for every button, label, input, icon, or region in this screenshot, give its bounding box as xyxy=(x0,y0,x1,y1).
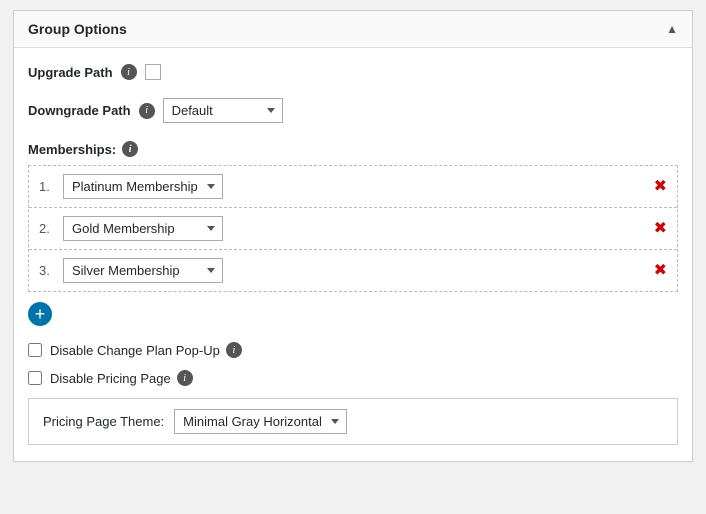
remove-membership-2[interactable]: ✖ xyxy=(654,221,667,237)
remove-membership-3[interactable]: ✖ xyxy=(654,263,667,279)
membership-num-2: 2. xyxy=(39,221,55,236)
add-membership-button[interactable]: + xyxy=(28,302,52,326)
membership-num-1: 1. xyxy=(39,179,55,194)
disable-pricing-page-row: Disable Pricing Page i xyxy=(28,370,678,386)
membership-select-3[interactable]: Platinum Membership Gold Membership Silv… xyxy=(63,258,223,283)
membership-select-2[interactable]: Platinum Membership Gold Membership Silv… xyxy=(63,216,223,241)
upgrade-path-row: Upgrade Path i xyxy=(28,64,678,80)
membership-select-1[interactable]: Platinum Membership Gold Membership Silv… xyxy=(63,174,223,199)
disable-change-plan-checkbox[interactable] xyxy=(28,343,42,357)
panel-title: Group Options xyxy=(28,21,127,37)
downgrade-path-info-icon: i xyxy=(139,103,155,119)
panel-body: Upgrade Path i Downgrade Path i Default … xyxy=(14,48,692,461)
upgrade-path-label: Upgrade Path xyxy=(28,65,113,80)
downgrade-path-select[interactable]: Default None Custom xyxy=(163,98,283,123)
collapse-icon[interactable]: ▲ xyxy=(666,22,678,36)
remove-membership-1[interactable]: ✖ xyxy=(654,179,667,195)
disable-change-plan-row: Disable Change Plan Pop-Up i xyxy=(28,342,678,358)
group-options-panel: Group Options ▲ Upgrade Path i Downgrade… xyxy=(13,10,693,462)
membership-row: 1. Platinum Membership Gold Membership S… xyxy=(29,166,677,208)
disable-pricing-page-checkbox[interactable] xyxy=(28,371,42,385)
pricing-theme-box: Pricing Page Theme: Minimal Gray Horizon… xyxy=(28,398,678,445)
panel-header: Group Options ▲ xyxy=(14,11,692,48)
membership-row: 2. Platinum Membership Gold Membership S… xyxy=(29,208,677,250)
memberships-section-label: Memberships: i xyxy=(28,141,678,157)
disable-change-plan-info-icon: i xyxy=(226,342,242,358)
pricing-theme-select[interactable]: Minimal Gray Horizontal Default Modern B… xyxy=(174,409,347,434)
upgrade-path-checkbox[interactable] xyxy=(145,64,161,80)
disable-pricing-info-icon: i xyxy=(177,370,193,386)
memberships-info-icon: i xyxy=(122,141,138,157)
membership-row: 3. Platinum Membership Gold Membership S… xyxy=(29,250,677,291)
upgrade-path-info-icon: i xyxy=(121,64,137,80)
membership-num-3: 3. xyxy=(39,263,55,278)
membership-list: 1. Platinum Membership Gold Membership S… xyxy=(28,165,678,292)
downgrade-path-row: Downgrade Path i Default None Custom xyxy=(28,98,678,123)
downgrade-path-label: Downgrade Path xyxy=(28,103,131,118)
disable-pricing-page-label: Disable Pricing Page i xyxy=(50,370,201,386)
pricing-theme-label: Pricing Page Theme: xyxy=(43,414,164,429)
disable-change-plan-label: Disable Change Plan Pop-Up i xyxy=(50,342,250,358)
